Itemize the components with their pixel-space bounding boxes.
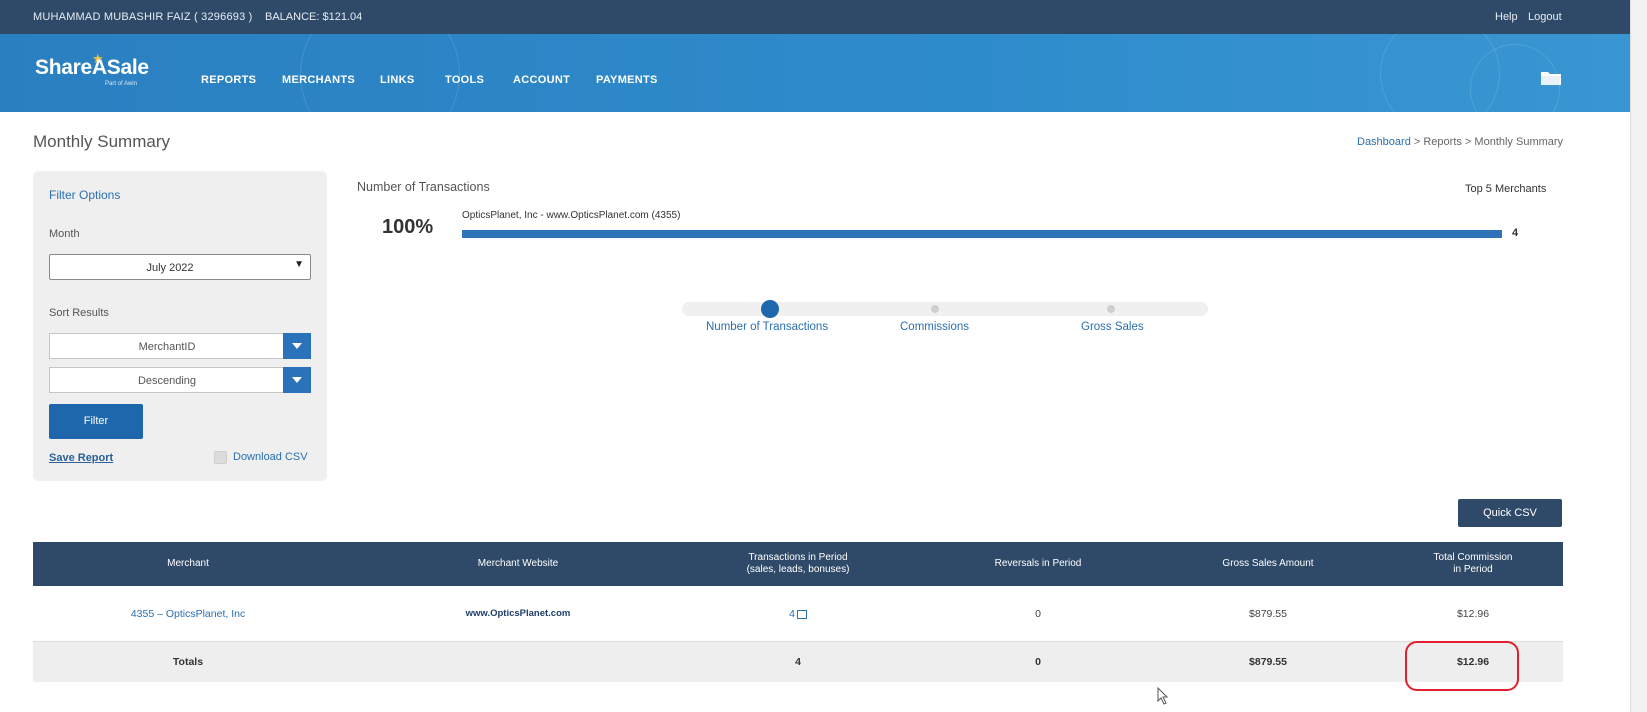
breadcrumb-dashboard[interactable]: Dashboard [1357,136,1411,148]
header-commission: Total Commission in Period [1383,542,1563,586]
header-commission-line1: Total Commission [1433,552,1513,563]
table-row: 4355 – OpticsPlanet, Inc www.OpticsPlane… [33,586,1563,642]
user-name: MUHAMMAD MUBASHIR FAIZ ( 3296693 ) [33,11,253,23]
chevron-down-icon: ▼ [294,259,304,270]
month-select[interactable]: July 2022 ▼ [49,254,311,280]
slider-stop-gross-sales[interactable] [1107,305,1115,313]
mouse-cursor-icon [1157,687,1169,705]
nav-reports[interactable]: REPORTS [201,74,256,86]
top5-label: Top 5 Merchants [1465,183,1547,195]
filter-panel: Filter Options Month July 2022 ▼ Sort Re… [33,171,327,481]
logo-subtitle: Part of Awin [105,81,137,87]
header-merchant: Merchant [167,558,209,569]
totals-gross: $879.55 [1249,656,1287,668]
website-link[interactable]: www.OpticsPlanet.com [466,608,571,619]
sort-field-select[interactable]: MerchantID [49,333,311,359]
month-label: Month [49,228,80,240]
month-value: July 2022 [146,262,194,274]
header-transactions-line2: (sales, leads, bonuses) [746,564,850,575]
header-reversals: Reversals in Period [994,558,1082,569]
dropdown-arrow-icon[interactable] [283,333,311,359]
slider-handle[interactable] [761,300,779,318]
sort-order-select[interactable]: Descending [49,367,311,393]
logout-link[interactable]: Logout [1528,11,1562,23]
dropdown-arrow-icon[interactable] [283,367,311,393]
decoration [300,34,460,112]
slider-label-commissions[interactable]: Commissions [900,321,969,333]
nav-tools[interactable]: TOOLS [445,74,484,86]
table-header: Merchant Merchant Website Transactions i… [33,542,1563,586]
download-csv-label[interactable]: Download CSV [233,451,308,463]
header-website: Merchant Website [477,558,559,569]
scrollbar[interactable] [1630,0,1647,712]
page-title: Monthly Summary [33,132,170,151]
slider-stop-commissions[interactable] [931,305,939,313]
quick-csv-button[interactable]: Quick CSV [1458,499,1562,527]
red-highlight-annotation [1405,641,1519,691]
filter-button[interactable]: Filter [49,404,143,439]
balance: BALANCE: $121.04 [265,11,363,23]
save-report-link[interactable]: Save Report [49,452,113,464]
slider-label-transactions[interactable]: Number of Transactions [706,321,828,333]
sort-order-value: Descending [137,375,197,387]
merchant-link[interactable]: 4355 – OpticsPlanet, Inc [131,608,245,620]
nav-merchants[interactable]: MERCHANTS [282,74,355,86]
totals-reversals: 0 [1035,656,1041,668]
top-bar: MUHAMMAD MUBASHIR FAIZ ( 3296693 ) BALAN… [0,0,1630,34]
help-link[interactable]: Help [1495,11,1518,23]
main-nav: ★ ShareASale Part of Awin REPORTS MERCHA… [0,34,1630,112]
cell-transactions: 4 [673,586,923,641]
bar-merchant-label: OpticsPlanet, Inc - www.OpticsPlanet.com… [462,210,681,221]
header-gross: Gross Sales Amount [1222,558,1314,569]
cell-commission: $12.96 [1456,607,1490,620]
bar-count: 4 [1512,227,1519,239]
folder-icon[interactable] [1540,69,1562,86]
sort-label: Sort Results [49,307,109,319]
totals-transactions: 4 [795,656,801,668]
cell-merchant: 4355 – OpticsPlanet, Inc [33,586,343,641]
breadcrumb: Dashboard > Reports > Monthly Summary [1357,136,1563,148]
totals-row: Totals 4 0 $879.55 $12.96 [33,642,1563,682]
transactions-link[interactable]: 4 [789,608,795,620]
header-commission-line2: in Period [1453,564,1493,575]
filter-title: Filter Options [49,188,121,202]
shareasale-logo[interactable]: ShareASale [35,56,149,80]
download-csv-checkbox[interactable] [214,451,227,464]
header-transactions-line1: Transactions in Period [748,552,848,563]
sort-field-value: MerchantID [138,341,196,353]
nav-payments[interactable]: PAYMENTS [596,74,658,86]
slider-label-gross-sales[interactable]: Gross Sales [1081,321,1144,333]
percent-value: 100% [382,216,434,238]
cell-gross: $879.55 [1249,607,1287,620]
totals-label: Totals [172,656,204,668]
header-transactions: Transactions in Period (sales, leads, bo… [673,542,923,586]
cell-reversals: 0 [1035,607,1041,620]
nav-account[interactable]: ACCOUNT [513,74,570,86]
external-link-icon[interactable] [796,610,807,619]
bar-fill [462,230,1502,238]
nav-links[interactable]: LINKS [380,74,415,86]
bar-track [462,230,1502,238]
chart-title: Number of Transactions [357,180,490,194]
breadcrumb-trail: > Reports > Monthly Summary [1410,136,1564,148]
cell-website: www.OpticsPlanet.com [343,586,693,641]
